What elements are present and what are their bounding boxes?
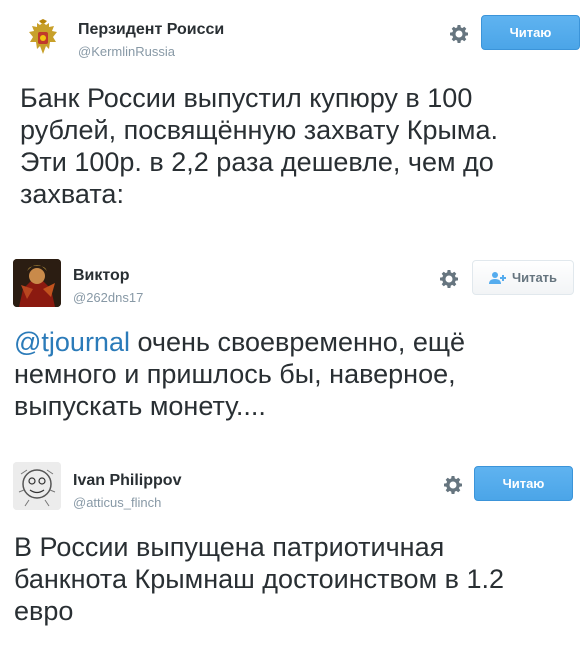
- avatar[interactable]: [13, 462, 61, 510]
- avatar[interactable]: [13, 259, 61, 307]
- tweet-text: Банк России выпустил купюру в 100 рублей…: [20, 83, 498, 209]
- user-handle[interactable]: @KermlinRussia: [78, 44, 175, 59]
- gear-icon[interactable]: [443, 475, 463, 495]
- follow-button[interactable]: Читать: [472, 260, 574, 295]
- add-user-icon: [488, 271, 506, 284]
- portrait-avatar-icon: [13, 259, 61, 307]
- mention-link[interactable]: @tjournal: [14, 327, 130, 357]
- gear-icon[interactable]: [449, 24, 469, 44]
- user-handle[interactable]: @atticus_flinch: [73, 495, 161, 510]
- following-button[interactable]: Читаю: [481, 15, 580, 50]
- user-handle[interactable]: @262dns17: [73, 290, 143, 305]
- user-name[interactable]: Ivan Philippov: [73, 472, 181, 490]
- tweet: Перзидент Роисси @KermlinRussia Читаю Ба…: [0, 0, 588, 230]
- user-name[interactable]: Виктор: [73, 267, 130, 285]
- tweet-text: @tjournal очень своевременно, ещё немног…: [14, 326, 465, 422]
- user-name[interactable]: Перзидент Роисси: [78, 21, 224, 39]
- coat-of-arms-icon: [22, 18, 64, 60]
- follow-button-label: Читать: [511, 270, 558, 285]
- tweet-text: В России выпущена патриотичная банкнота …: [14, 532, 505, 626]
- sketch-avatar-icon: [13, 462, 61, 510]
- tweet: Виктор @262dns17 Читать @tjournal очень …: [0, 230, 588, 440]
- following-button[interactable]: Читаю: [474, 466, 573, 501]
- avatar[interactable]: [22, 18, 64, 60]
- tweet: Ivan Philippov @atticus_flinch Читаю В Р…: [0, 440, 588, 645]
- gear-icon[interactable]: [439, 269, 459, 289]
